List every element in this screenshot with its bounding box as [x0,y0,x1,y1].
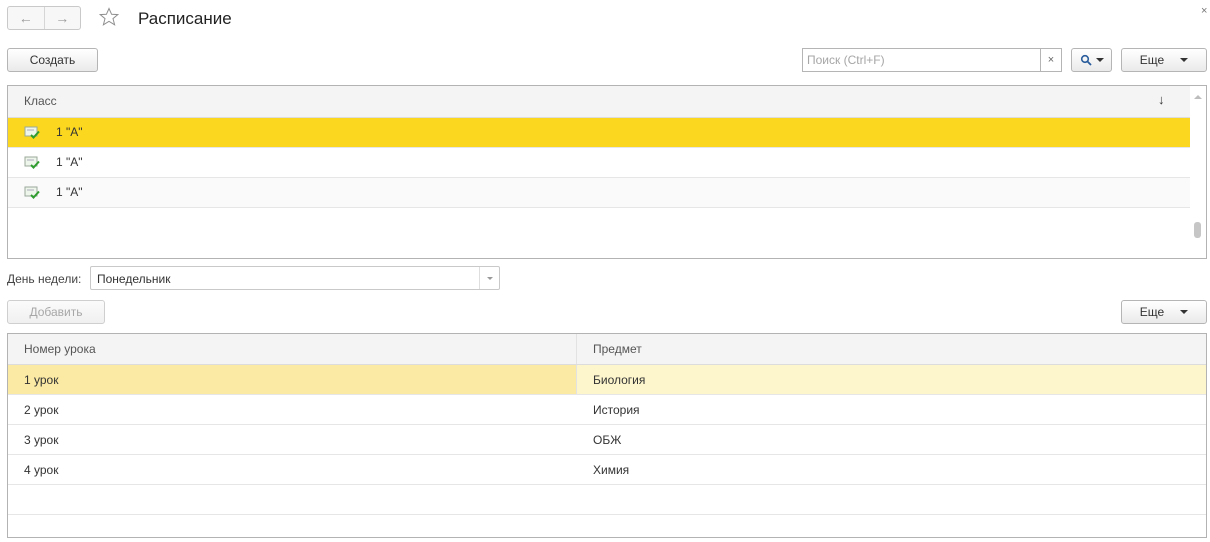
document-posted-icon [24,186,40,199]
search-clear-icon[interactable]: × [1040,48,1062,72]
table-header: Номер урока Предмет [8,334,1206,365]
empty-row [8,485,1206,515]
class-name: 1 "А" [56,155,83,169]
table-row[interactable]: 1 "А" [8,178,1190,208]
more-button[interactable]: Еще [1121,48,1207,72]
lesson-number-cell[interactable]: 1 урок [8,365,577,394]
subject-cell[interactable]: ОБЖ [577,425,1206,454]
back-arrow-icon[interactable]: ← [8,7,44,29]
chevron-down-icon [486,276,493,280]
scroll-up-icon[interactable] [1194,95,1202,99]
table-header: Класс ↓ [8,86,1190,118]
table-row[interactable]: 1 "А" [8,118,1190,148]
navigation-buttons: ← → [7,6,81,30]
column-header-subject[interactable]: Предмет [577,334,1206,364]
chevron-down-icon [1095,58,1104,62]
lesson-number-cell[interactable]: 4 урок [8,455,577,484]
sort-arrow-icon[interactable]: ↓ [1158,92,1165,107]
classes-table: Класс ↓ 1 "А" 1 "А" 1 "А" [7,85,1207,259]
column-header-class[interactable]: Класс [24,94,57,108]
more-label: Еще [1139,53,1165,67]
table-row[interactable]: 1 урок Биология [8,365,1206,395]
more-label: Еще [1139,305,1165,319]
document-posted-icon [24,126,40,139]
page-title: Расписание [138,9,232,28]
subject-cell[interactable]: Химия [577,455,1206,484]
lesson-number-cell[interactable]: 2 урок [8,395,577,424]
subject-cell[interactable]: Биология [577,365,1206,394]
class-name: 1 "А" [56,125,83,139]
forward-arrow-icon[interactable]: → [43,7,81,29]
chevron-down-icon [1180,310,1189,314]
day-of-week-label: День недели: [7,272,82,286]
table-row[interactable]: 4 урок Химия [8,455,1206,485]
favorite-star-icon[interactable] [98,6,120,28]
table-row[interactable]: 3 урок ОБЖ [8,425,1206,455]
chevron-down-icon [1180,58,1189,62]
lesson-number-cell[interactable]: 3 урок [8,425,577,454]
search-options-button[interactable] [1071,48,1112,72]
search-input[interactable]: Поиск (Ctrl+F) [802,48,1040,72]
subject-cell[interactable]: История [577,395,1206,424]
lessons-table: Номер урока Предмет 1 урок Биология 2 ур… [7,333,1207,538]
lessons-more-button[interactable]: Еще [1121,300,1207,324]
create-button[interactable]: Создать [7,48,98,72]
dropdown-button[interactable] [479,267,499,289]
scrollbar[interactable] [1189,86,1206,258]
add-button[interactable]: Добавить [7,300,105,324]
class-name: 1 "А" [56,185,83,199]
scrollbar-thumb[interactable] [1194,222,1201,238]
close-icon[interactable]: × [1201,5,1207,17]
column-header-lesson-number[interactable]: Номер урока [8,334,577,364]
search-icon [1080,54,1092,66]
table-row[interactable]: 1 "А" [8,148,1190,178]
day-of-week-value: Понедельник [97,272,171,286]
day-of-week-select[interactable]: Понедельник [90,266,500,290]
table-row[interactable]: 2 урок История [8,395,1206,425]
document-posted-icon [24,156,40,169]
